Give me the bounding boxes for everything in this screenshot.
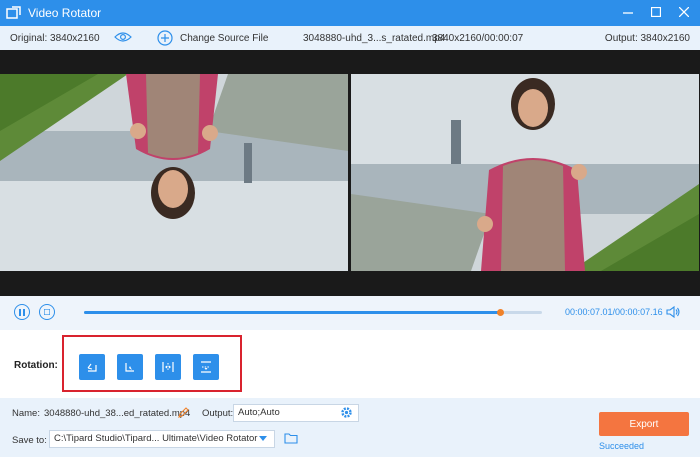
progress-handle[interactable] bbox=[497, 309, 505, 316]
info-bar: Original: 3840x2160 Change Source File 3… bbox=[0, 26, 700, 50]
gear-icon[interactable] bbox=[340, 406, 353, 419]
output-video-preview bbox=[351, 74, 699, 271]
export-status: Succeeded bbox=[599, 441, 645, 451]
output-label: Output: bbox=[202, 408, 234, 419]
current-time: 00:00:07.01 bbox=[565, 307, 613, 317]
stop-button[interactable] bbox=[39, 304, 55, 320]
folder-icon[interactable] bbox=[284, 432, 298, 444]
pause-button[interactable] bbox=[14, 304, 30, 320]
save-path-field[interactable]: C:\Tipard Studio\Tipard... Ultimate\Vide… bbox=[49, 430, 275, 448]
close-button[interactable] bbox=[676, 4, 692, 20]
output-resolution: Output: 3840x2160 bbox=[604, 32, 690, 44]
progress-track[interactable] bbox=[84, 309, 542, 316]
flip-vertical-icon bbox=[201, 361, 211, 373]
time-display: 00:00:07.01/00:00:07.16 bbox=[565, 307, 663, 317]
save-to-label: Save to: bbox=[12, 435, 47, 446]
maximize-icon bbox=[651, 7, 661, 17]
title-bar: Video Rotator bbox=[0, 0, 700, 26]
app-icon bbox=[6, 6, 21, 19]
pause-icon bbox=[19, 308, 25, 316]
minimize-button[interactable] bbox=[620, 4, 636, 20]
playback-controls: 00:00:07.01/00:00:07.16 bbox=[0, 296, 700, 330]
volume-icon[interactable] bbox=[666, 305, 680, 319]
video-frame-output bbox=[351, 74, 699, 271]
rotate-left-icon bbox=[87, 363, 97, 372]
flip-horizontal-button[interactable] bbox=[155, 354, 181, 380]
source-file-name: 3048880-uhd_3...s_ratated.mp4 bbox=[303, 32, 446, 44]
name-label: Name: bbox=[12, 408, 40, 419]
flip-vertical-button[interactable] bbox=[193, 354, 219, 380]
minimize-icon bbox=[623, 12, 633, 14]
original-resolution: Original: 3840x2160 bbox=[10, 32, 100, 44]
video-preview-area bbox=[0, 50, 700, 296]
original-video-preview bbox=[0, 74, 348, 271]
rotate-right-button[interactable] bbox=[117, 354, 143, 380]
rotate-left-button[interactable] bbox=[79, 354, 105, 380]
edit-icon[interactable] bbox=[178, 407, 189, 418]
source-file-resolution: 3840x2160/00:00:07 bbox=[432, 32, 524, 44]
output-file-name: 3048880-uhd_38...ed_ratated.mp4 bbox=[44, 408, 191, 419]
export-button[interactable]: Export bbox=[599, 412, 689, 436]
output-settings-bar: Name: 3048880-uhd_38...ed_ratated.mp4 Ou… bbox=[0, 398, 700, 457]
rotate-right-icon bbox=[125, 363, 134, 372]
rotation-panel: Rotation: bbox=[0, 330, 700, 398]
close-icon bbox=[679, 7, 689, 17]
rotation-highlight-box bbox=[62, 335, 242, 392]
stop-icon bbox=[44, 309, 50, 315]
rotation-label: Rotation: bbox=[14, 360, 58, 371]
progress-fill bbox=[84, 311, 501, 314]
maximize-button[interactable] bbox=[648, 4, 664, 20]
add-icon[interactable] bbox=[157, 30, 173, 46]
flip-horizontal-icon bbox=[162, 362, 174, 372]
chevron-down-icon[interactable] bbox=[258, 435, 268, 442]
total-time: /00:00:07.16 bbox=[612, 307, 663, 317]
change-source-file-link[interactable]: Change Source File bbox=[180, 33, 268, 44]
window-title: Video Rotator bbox=[28, 6, 102, 20]
video-frame-original bbox=[0, 74, 348, 271]
eye-icon[interactable] bbox=[114, 31, 132, 43]
